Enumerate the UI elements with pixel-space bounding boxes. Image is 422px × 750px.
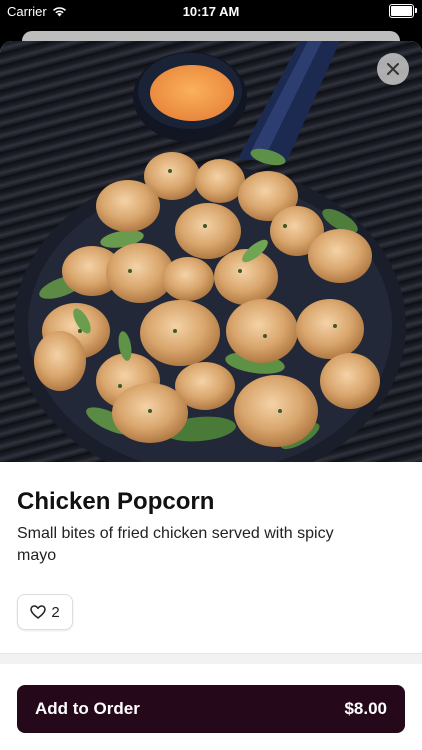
status-time: 10:17 AM xyxy=(182,4,240,19)
like-count: 2 xyxy=(51,603,60,621)
order-price: $8.00 xyxy=(344,699,387,718)
section-divider xyxy=(0,653,422,664)
add-to-order-button[interactable]: Add to Order $8.00 xyxy=(17,685,405,733)
like-button[interactable]: 2 xyxy=(17,594,73,630)
close-icon xyxy=(387,63,399,75)
bottom-action-bar: Add to Order $8.00 xyxy=(0,667,422,750)
item-title: Chicken Popcorn xyxy=(17,488,215,515)
battery-fill xyxy=(391,6,412,16)
battery-icon xyxy=(389,4,417,18)
item-description: Small bites of fried chicken served with… xyxy=(17,525,334,564)
status-bar: Carrier 10:17 AM xyxy=(0,0,422,24)
add-to-order-label: Add to Order xyxy=(35,699,140,718)
heart-icon xyxy=(30,605,47,619)
item-photo xyxy=(0,41,422,486)
close-button[interactable] xyxy=(377,53,409,85)
food-photo-illustration xyxy=(14,41,406,486)
item-detail-sheet: Chicken Popcorn Small bites of fried chi… xyxy=(0,41,422,750)
status-right xyxy=(389,4,417,18)
